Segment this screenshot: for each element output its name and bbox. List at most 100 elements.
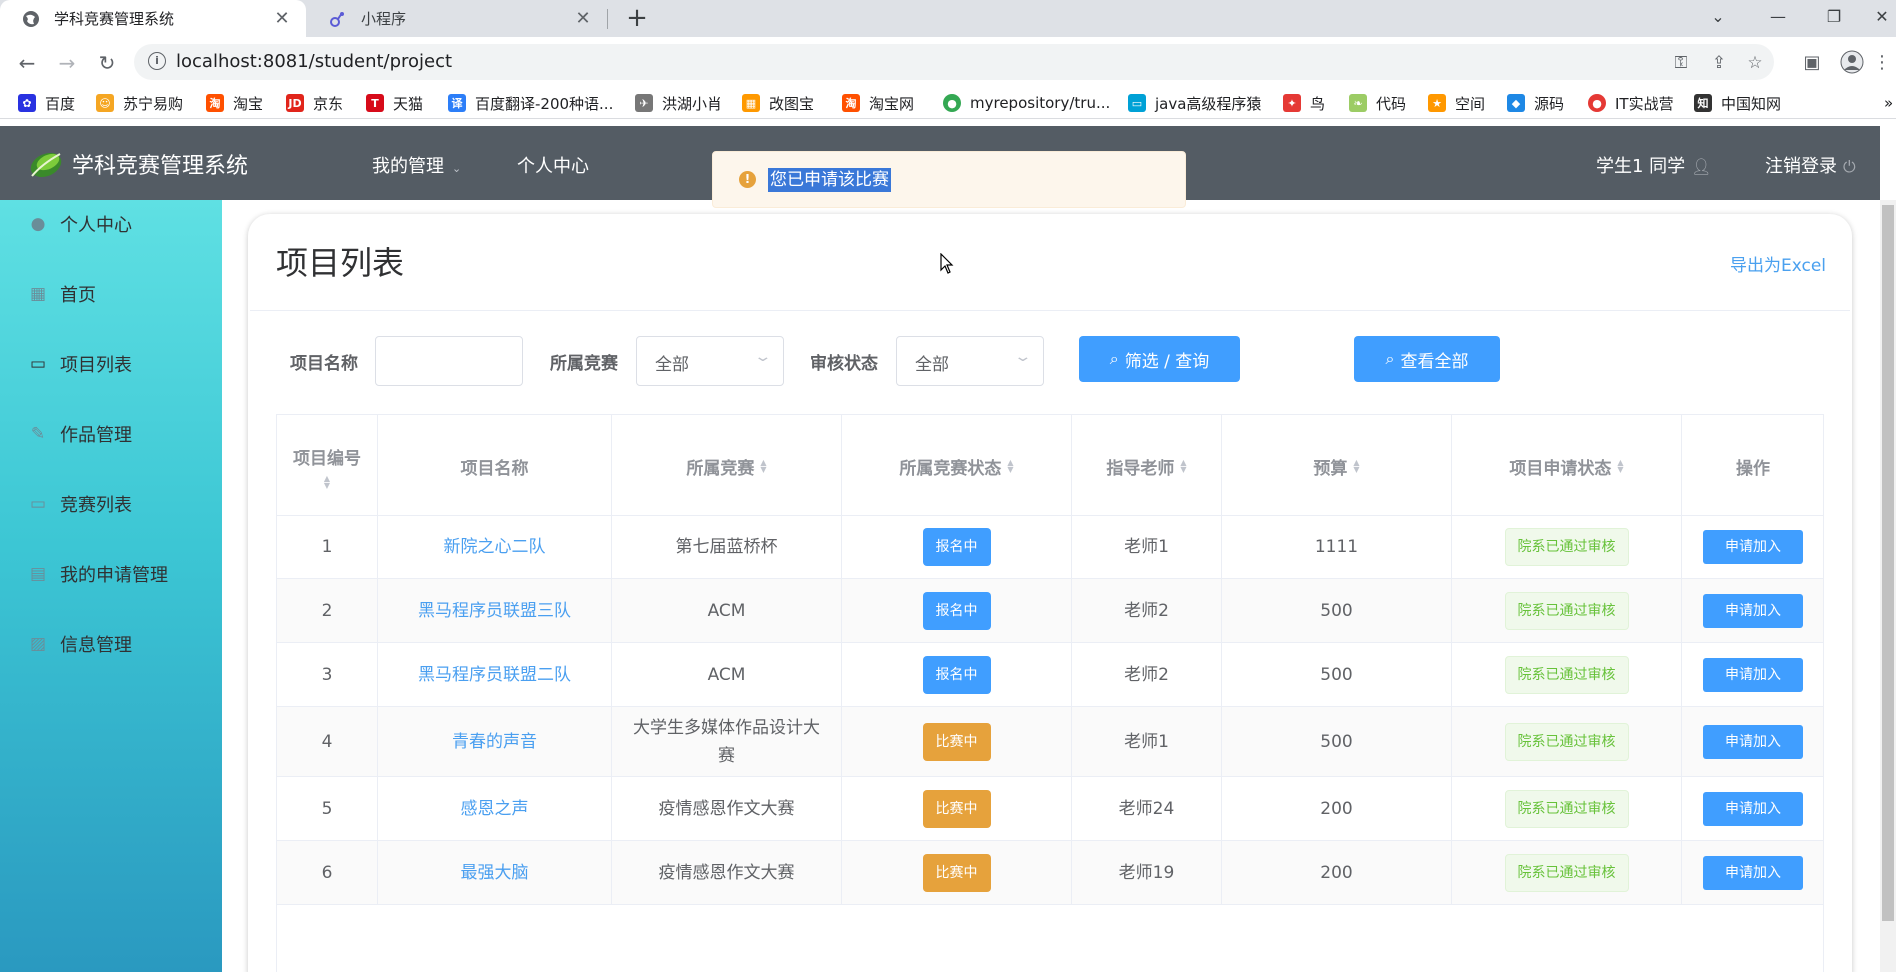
star-icon[interactable]: ☆ xyxy=(1744,52,1766,74)
cell-comp-status: 报名中 xyxy=(842,643,1072,706)
share-icon[interactable]: ⇪ xyxy=(1708,52,1730,74)
address-bar[interactable]: i localhost:8081/student/project ⚿ ⇪ ☆ xyxy=(134,44,1774,80)
forward-icon[interactable]: → xyxy=(52,48,82,78)
nav-my-management[interactable]: 我的管理 ⌄ xyxy=(372,152,461,178)
column-header-id[interactable]: 项目编号 ▲ ▼ xyxy=(277,415,378,517)
minimize-icon[interactable]: — xyxy=(1750,0,1806,32)
bookmark-item[interactable]: ★ 空间 xyxy=(1428,92,1485,114)
project-name-link[interactable]: 最强大脑 xyxy=(378,841,612,904)
sort-icon[interactable]: ▲ ▼ xyxy=(1353,459,1359,474)
sort-icon[interactable]: ▲ ▼ xyxy=(760,459,766,474)
bookmark-item[interactable]: ✿ 百度 xyxy=(18,92,75,114)
status-badge: 报名中 xyxy=(922,655,991,694)
column-header-apply-status[interactable]: 项目申请状态 ▲ ▼ xyxy=(1452,415,1682,517)
cell-id: 1 xyxy=(277,516,378,578)
bookmark-item[interactable]: 淘淘宝网 xyxy=(842,92,914,114)
browser-toolbar: ← → ↻ i localhost:8081/student/project ⚿… xyxy=(0,37,1896,87)
filter-search-button[interactable]: ⌕ 筛选 / 查询 xyxy=(1079,336,1240,382)
column-header-teacher[interactable]: 指导老师 ▲ ▼ xyxy=(1072,415,1222,517)
sidebar-item-project-list[interactable]: ▭ 项目列表 xyxy=(28,349,132,379)
sidebar-item-info[interactable]: ▨ 信息管理 xyxy=(28,629,132,659)
column-header-label: 所属竞赛 xyxy=(686,458,755,479)
logout-button[interactable]: 注销登录 ⏻ xyxy=(1765,152,1856,178)
tab-search-icon[interactable]: ⌄ xyxy=(1690,0,1746,32)
url-text[interactable]: localhost:8081/student/project xyxy=(176,51,452,72)
menu-icon[interactable]: ⋮ xyxy=(1872,48,1892,76)
bookmark-item[interactable]: T 天猫 xyxy=(366,92,423,114)
bookmark-item[interactable]: 知中国知网 xyxy=(1694,92,1781,114)
bookmark-item[interactable]: ☺ 苏宁易购 xyxy=(96,92,183,114)
cell-competition: 第七届蓝桥杯 xyxy=(612,516,842,578)
warning-toast: ! 您已申请该比赛 xyxy=(712,151,1186,208)
sidebar-item-label: 项目列表 xyxy=(60,355,132,376)
cell-action: 申请加入 xyxy=(1682,707,1824,776)
sidebar-item-personal-center[interactable]: ● 个人中心 xyxy=(28,209,132,239)
bookmark-item[interactable]: JD 京东 xyxy=(286,92,343,114)
bookmark-item[interactable]: ✈ 洪湖小肖 xyxy=(635,92,722,114)
view-all-button[interactable]: ⌕ 查看全部 xyxy=(1354,336,1500,382)
sidebar-item-competitions[interactable]: ▭ 竞赛列表 xyxy=(28,489,132,519)
cell-teacher: 老师19 xyxy=(1072,841,1222,904)
bookmark-item[interactable]: ● myrepository/tru... xyxy=(943,92,1110,114)
competition-select[interactable]: 全部 ⌄ xyxy=(636,336,784,386)
bookmark-item[interactable]: ▦ 改图宝 xyxy=(742,92,814,114)
filter-search-label: 筛选 / 查询 xyxy=(1124,351,1210,372)
browser-tabstrip: 学科竞赛管理系统 ✕ 小程序 ✕ + ⌄ — ❐ ✕ xyxy=(0,0,1896,37)
export-excel-link[interactable]: 导出为Excel xyxy=(1730,251,1826,276)
apply-join-button[interactable]: 申请加入 xyxy=(1703,530,1803,564)
bookmark-label: 鸟 xyxy=(1310,94,1326,113)
bookmark-item[interactable]: ✦ 鸟 xyxy=(1283,92,1325,114)
apply-join-button[interactable]: 申请加入 xyxy=(1703,724,1803,759)
project-name-link[interactable]: 感恩之声 xyxy=(378,777,612,840)
apply-join-button[interactable]: 申请加入 xyxy=(1703,855,1803,890)
column-header-budget[interactable]: 预算 ▲ ▼ xyxy=(1222,415,1452,517)
back-icon[interactable]: ← xyxy=(12,48,42,78)
user-menu[interactable]: 学生1 同学 👤︎ xyxy=(1596,152,1712,178)
new-tab-icon[interactable]: + xyxy=(622,4,652,34)
bird-icon: ✦ xyxy=(1283,94,1301,112)
close-tab-icon[interactable]: ✕ xyxy=(573,8,593,29)
profile-avatar-icon[interactable] xyxy=(1838,48,1866,76)
bookmark-item[interactable]: 淘淘宝 xyxy=(206,92,263,114)
nav-personal-center[interactable]: 个人中心 xyxy=(517,152,589,178)
project-name-link[interactable]: 黑马程序员联盟二队 xyxy=(378,643,612,706)
apply-join-button[interactable]: 申请加入 xyxy=(1703,593,1803,628)
window-close-icon[interactable]: ✕ xyxy=(1854,0,1896,32)
bookmark-item[interactable]: ● IT实战营 xyxy=(1588,92,1674,114)
bookmark-item[interactable]: 译百度翻译-200种语... xyxy=(448,92,613,114)
cell-comp-status: 比赛中 xyxy=(842,707,1072,776)
bookmarks-overflow-icon[interactable]: » xyxy=(1884,92,1893,114)
key-icon[interactable]: ⚿ xyxy=(1670,52,1692,74)
sort-icon[interactable]: ▲ ▼ xyxy=(1007,459,1013,474)
bookmark-item[interactable]: ▭ java高级程序猿 xyxy=(1128,92,1261,114)
sort-icon[interactable]: ▲ ▼ xyxy=(1617,459,1623,474)
column-header-competition[interactable]: 所属竞赛 ▲ ▼ xyxy=(612,415,842,517)
sidebar-item-home[interactable]: ▦ 首页 xyxy=(28,279,96,309)
project-name-input[interactable] xyxy=(375,336,523,386)
review-status-select[interactable]: 全部 ⌄ xyxy=(896,336,1044,386)
sort-icon[interactable]: ▲ ▼ xyxy=(1180,459,1186,474)
cell-apply-status: 院系已通过审核 xyxy=(1452,579,1682,642)
sort-icon[interactable]: ▲ ▼ xyxy=(324,474,330,489)
reload-icon[interactable]: ↻ xyxy=(92,48,122,78)
browser-tab[interactable]: 小程序 ✕ xyxy=(307,0,607,37)
apply-join-button[interactable]: 申请加入 xyxy=(1703,657,1803,692)
side-panel-icon[interactable]: ▣ xyxy=(1798,48,1826,76)
project-name-link[interactable]: 黑马程序员联盟三队 xyxy=(378,579,612,642)
column-header-comp-status[interactable]: 所属竞赛状态 ▲ ▼ xyxy=(842,415,1072,517)
column-header-label: 指导老师 xyxy=(1106,458,1175,479)
cell-teacher: 老师24 xyxy=(1072,777,1222,840)
project-name-link[interactable]: 青春的声音 xyxy=(378,707,612,776)
sidebar-item-my-applications[interactable]: ▤ 我的申请管理 xyxy=(28,559,168,589)
apply-join-button[interactable]: 申请加入 xyxy=(1703,791,1803,826)
bookmark-item[interactable]: ❧ 代码 xyxy=(1349,92,1406,114)
browser-tab-active[interactable]: 学科竞赛管理系统 ✕ xyxy=(0,0,306,37)
close-tab-icon[interactable]: ✕ xyxy=(272,8,292,29)
project-name-link[interactable]: 新院之心二队 xyxy=(378,516,612,578)
sidebar-item-works[interactable]: ✎ 作品管理 xyxy=(28,419,132,449)
bookmark-label: 淘宝 xyxy=(233,94,264,113)
site-info-icon[interactable]: i xyxy=(148,52,166,70)
bookmark-item[interactable]: ◆ 源码 xyxy=(1507,92,1564,114)
scrollbar-thumb[interactable] xyxy=(1882,205,1894,921)
user-icon: ● xyxy=(30,214,46,234)
